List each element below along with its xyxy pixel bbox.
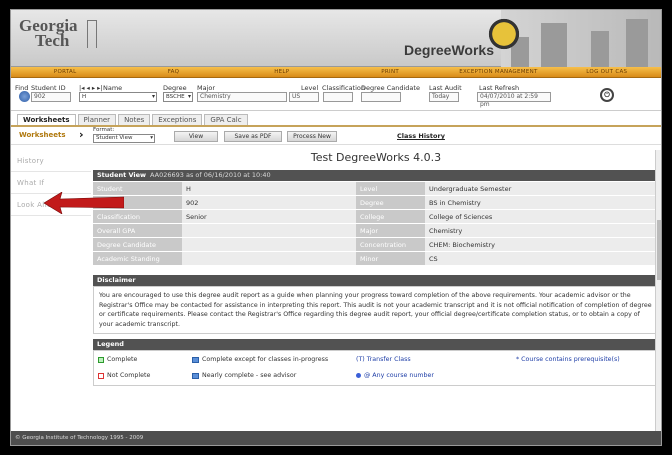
level-label: Level bbox=[301, 84, 319, 92]
student-view-table: StudentHLevelUndergraduate Semester ID90… bbox=[93, 181, 659, 266]
major-label: Major bbox=[197, 84, 216, 92]
legend-prereq: * Course contains prerequisite(s) bbox=[516, 356, 620, 364]
legend-box: Complete Not Complete Complete except fo… bbox=[93, 350, 659, 387]
student-id-label: Student ID bbox=[31, 84, 66, 92]
disclaimer-header: Disclaimer bbox=[93, 275, 659, 286]
tab-worksheets[interactable]: Worksheets bbox=[17, 114, 76, 125]
process-new-button[interactable]: Process New bbox=[287, 131, 337, 142]
degree-select[interactable]: BSCHE bbox=[163, 92, 193, 102]
classification-field bbox=[323, 92, 353, 102]
format-label: Format: bbox=[93, 127, 115, 133]
table-row: Classification Senior College College of Sc… bbox=[93, 210, 659, 223]
main-tabs: Worksheets Planner Notes Exceptions GPA … bbox=[11, 114, 661, 127]
nearly-complete-icon bbox=[192, 372, 199, 379]
worksheet-bar: Worksheets › Format: Student View View S… bbox=[11, 127, 661, 145]
student-view-title: Student View bbox=[97, 171, 147, 179]
sidebar-item-what-if[interactable]: What If bbox=[11, 172, 91, 194]
worksheets-label[interactable]: Worksheets bbox=[19, 131, 66, 139]
app-title: DegreeWorks bbox=[404, 42, 495, 58]
table-row: Overall GPA Major Chemistry bbox=[93, 224, 659, 237]
legend-except-ip: Complete except for classes in-progress bbox=[192, 356, 328, 363]
tab-notes[interactable]: Notes bbox=[118, 114, 151, 125]
nav-exception-management[interactable]: EXCEPTION MANAGEMENT bbox=[444, 67, 552, 77]
georgia-tech-logo[interactable]: Georgia Tech bbox=[19, 17, 97, 50]
table-row: Degree Candidate Concentration CHEM: Bioch… bbox=[93, 238, 659, 251]
page-title: Test DegreeWorks 4.0.3 bbox=[310, 151, 442, 164]
last-refresh-field: 04/07/2010 at 2:59 pm bbox=[477, 92, 551, 108]
nav-print[interactable]: PRINT bbox=[336, 67, 444, 77]
nav-faq[interactable]: FAQ bbox=[119, 67, 227, 77]
main-content: Test DegreeWorks 4.0.3 Student View AA026… bbox=[93, 150, 659, 431]
last-audit-label: Last Audit bbox=[429, 84, 462, 92]
nav-portal[interactable]: PORTAL bbox=[11, 67, 119, 77]
level-field: US bbox=[289, 92, 319, 102]
red-arrow-icon bbox=[44, 192, 124, 214]
checkbox-checked-icon bbox=[98, 356, 104, 363]
major-field: Chemistry bbox=[197, 92, 287, 102]
class-history-link[interactable]: Class History bbox=[397, 132, 445, 140]
legend-header: Legend bbox=[93, 339, 659, 351]
footer-copyright: © Georgia Institute of Technology 1995 -… bbox=[11, 431, 661, 445]
name-nav-icon[interactable]: |◂ ◂ ▸ ▸| bbox=[79, 84, 103, 92]
disclaimer-text: You are encouraged to use this degree au… bbox=[93, 286, 659, 335]
name-label: Name bbox=[103, 84, 123, 92]
legend-title: Legend bbox=[97, 340, 124, 349]
legend-not-complete: Not Complete bbox=[98, 372, 150, 379]
arrow-right-icon: › bbox=[79, 128, 84, 141]
find-icon[interactable] bbox=[19, 91, 30, 102]
last-refresh-label: Last Refresh bbox=[479, 84, 520, 92]
in-progress-icon bbox=[192, 356, 199, 363]
nav-logout[interactable]: LOG OUT CAS bbox=[553, 67, 661, 77]
logo-line2: Tech bbox=[35, 31, 70, 50]
tab-planner[interactable]: Planner bbox=[77, 114, 117, 125]
view-button[interactable]: View bbox=[174, 131, 218, 142]
table-row: ID902DegreeBS in Chemistry bbox=[93, 196, 659, 209]
disclaimer-title: Disclaimer bbox=[97, 276, 136, 284]
tower-icon bbox=[87, 20, 97, 48]
tab-exceptions[interactable]: Exceptions bbox=[152, 114, 203, 125]
checkbox-empty-icon bbox=[98, 372, 104, 379]
table-row: Academic Standing Minor CS bbox=[93, 252, 659, 265]
legend-nearly: Nearly complete - see advisor bbox=[192, 372, 296, 379]
nav-help[interactable]: HELP bbox=[228, 67, 336, 77]
top-nav: PORTAL FAQ HELP PRINT EXCEPTION MANAGEME… bbox=[11, 67, 661, 78]
any-course-icon bbox=[356, 373, 361, 379]
save-as-pdf-button[interactable]: Save as PDF bbox=[224, 131, 282, 142]
scrollbar[interactable] bbox=[655, 150, 661, 431]
format-select[interactable]: Student View bbox=[93, 134, 155, 143]
legend-complete: Complete bbox=[98, 356, 137, 363]
classification-label: Classification bbox=[322, 84, 366, 92]
sidebar-item-history[interactable]: History bbox=[11, 150, 91, 172]
degree-candidate-field bbox=[361, 92, 401, 102]
tab-gpa-calc[interactable]: GPA Calc bbox=[204, 114, 248, 125]
degree-label: Degree bbox=[163, 84, 187, 92]
legend-any-course: @ Any course number bbox=[356, 372, 434, 379]
site-header: Georgia Tech DegreeWorks bbox=[11, 10, 661, 67]
last-audit-field: Today bbox=[429, 92, 459, 102]
degree-candidate-label: Degree Candidate bbox=[361, 84, 420, 92]
student-info-bar: Find Student ID 902 |◂ ◂ ▸ ▸| Name H Deg… bbox=[11, 78, 661, 111]
student-id-field[interactable]: 902 bbox=[31, 92, 71, 102]
name-select[interactable]: H bbox=[79, 92, 157, 102]
student-view-subtitle: AA026693 as of 06/16/2010 at 10:40 bbox=[150, 171, 271, 179]
table-row: Student H Level Undergraduate Semester bbox=[93, 182, 659, 195]
browser-frame: Georgia Tech DegreeWorks PORTAL FAQ HELP… bbox=[10, 9, 662, 446]
student-view-header: Student View AA026693 as of 06/16/2010 at… bbox=[93, 170, 659, 181]
legend-transfer: (T) Transfer Class bbox=[356, 356, 411, 364]
power-icon[interactable]: ⏻ bbox=[600, 88, 614, 102]
